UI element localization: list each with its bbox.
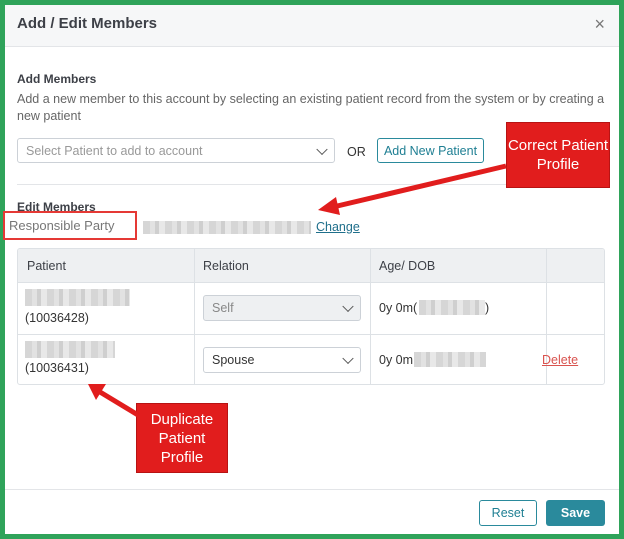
- delete-member-link[interactable]: Delete: [542, 353, 578, 367]
- change-responsible-party-link[interactable]: Change: [316, 220, 360, 234]
- dob-redacted: [419, 300, 485, 315]
- reset-button[interactable]: Reset: [479, 500, 537, 526]
- correct-profile-callout: Correct Patient Profile: [506, 122, 610, 188]
- save-button[interactable]: Save: [546, 500, 605, 526]
- close-icon[interactable]: ×: [594, 14, 605, 34]
- relation-value: Spouse: [212, 353, 255, 367]
- add-edit-members-modal: Add / Edit Members × Add Members Add a n…: [5, 5, 619, 534]
- patient-id: (10036431): [25, 361, 89, 375]
- column-header-relation: Relation: [203, 259, 249, 273]
- chevron-down-icon: [316, 143, 328, 155]
- column-divider: [194, 249, 195, 384]
- patient-name-redacted: [25, 289, 130, 306]
- modal-title: Add / Edit Members: [17, 15, 158, 32]
- relation-select-self: Self: [203, 295, 361, 321]
- column-divider: [370, 249, 371, 384]
- or-text: OR: [347, 145, 366, 159]
- table-header: Patient Relation Age/ DOB: [18, 249, 604, 283]
- age-dob-value: 0y 0m: [379, 353, 414, 367]
- select-patient-dropdown[interactable]: Select Patient to add to account: [17, 138, 335, 163]
- relation-select-spouse[interactable]: Spouse: [203, 347, 361, 373]
- chevron-down-icon: [342, 352, 354, 365]
- duplicate-profile-callout: Duplicate Patient Profile: [136, 403, 228, 473]
- patient-name-redacted: [25, 341, 115, 358]
- footer-divider: [5, 489, 619, 490]
- column-header-age-dob: Age/ DOB: [379, 259, 436, 273]
- add-members-description: Add a new member to this account by sele…: [17, 92, 605, 123]
- relation-value: Self: [212, 301, 234, 315]
- modal-header: Add / Edit Members ×: [5, 5, 619, 47]
- add-new-patient-button[interactable]: Add New Patient: [377, 138, 484, 163]
- age-dob-close-paren: ): [485, 301, 490, 315]
- select-patient-placeholder: Select Patient to add to account: [26, 143, 203, 158]
- chevron-down-icon: [342, 300, 354, 313]
- responsible-party-label: Responsible Party: [3, 211, 137, 240]
- column-header-patient: Patient: [27, 259, 66, 273]
- patient-id: (10036428): [25, 311, 89, 325]
- row-divider: [18, 334, 604, 335]
- responsible-party-name-redacted: [143, 221, 311, 234]
- add-members-heading: Add Members: [17, 72, 97, 86]
- dob-redacted: [414, 352, 486, 367]
- age-dob-value: 0y 0m(: [379, 301, 418, 315]
